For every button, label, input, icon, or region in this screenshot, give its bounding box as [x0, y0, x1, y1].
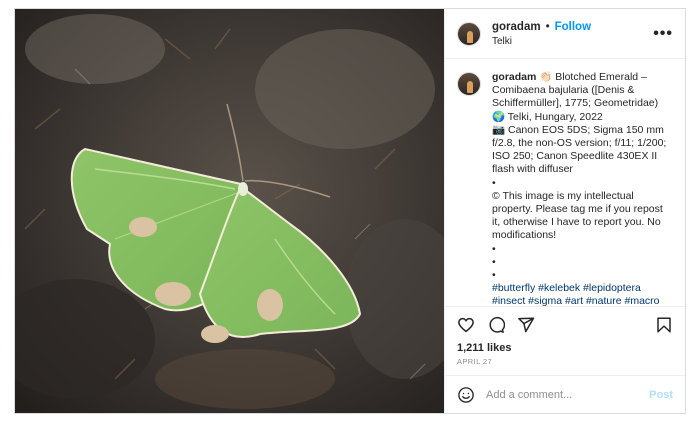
likes-count[interactable]: 1,211 likes — [445, 342, 685, 354]
moth-photo-graphic — [15, 9, 444, 413]
comment-bar: Post — [445, 375, 685, 413]
header-top-row: goradam • Follow — [492, 21, 591, 33]
username-link[interactable]: goradam — [492, 21, 541, 33]
caption-username[interactable]: goradam — [492, 71, 536, 83]
post-comment-button[interactable]: Post — [649, 389, 673, 401]
follow-button[interactable]: Follow — [555, 21, 591, 33]
caption-bullet: • — [492, 269, 496, 282]
location-link[interactable]: Telki — [492, 36, 591, 47]
caption-hashtags[interactable]: #butterfly #kelebek #lepidoptera #insect… — [492, 282, 672, 306]
comment-icon[interactable] — [487, 316, 505, 334]
post-card: goradam • Follow Telki ••• goradam 👏🏻 Bl… — [14, 8, 686, 414]
bookmark-icon[interactable] — [655, 316, 673, 334]
caption-bullet: • — [492, 176, 496, 189]
heart-icon[interactable] — [457, 316, 475, 334]
share-icon[interactable] — [517, 316, 535, 334]
comment-input[interactable] — [486, 388, 636, 401]
post-side-panel: goradam • Follow Telki ••• goradam 👏🏻 Bl… — [444, 9, 685, 413]
emoji-icon[interactable] — [457, 386, 475, 404]
caption-bullet: • — [492, 242, 496, 255]
action-bar — [445, 306, 685, 342]
avatar[interactable] — [457, 21, 481, 46]
post-date[interactable]: APRIL 27 — [445, 354, 685, 366]
header-text: goradam • Follow Telki — [492, 21, 591, 47]
caption-bullet: • — [492, 255, 496, 268]
caption-body: goradam 👏🏻 Blotched Emerald – Comibaena … — [492, 71, 672, 306]
post-photo[interactable] — [15, 9, 444, 413]
separator-dot: • — [545, 20, 550, 33]
post-header: goradam • Follow Telki ••• — [445, 9, 685, 59]
caption-avatar[interactable] — [457, 72, 481, 96]
caption-copyright-line: © This image is my intellectual property… — [492, 189, 663, 242]
caption-section: goradam 👏🏻 Blotched Emerald – Comibaena … — [445, 59, 685, 306]
caption-location-line: 🌍 Telki, Hungary, 2022 — [492, 110, 603, 123]
more-options-icon[interactable]: ••• — [653, 25, 673, 42]
caption-first-line: goradam 👏🏻 Blotched Emerald – Comibaena … — [492, 71, 672, 111]
caption-camera-line: 📷 Canon EOS 5DS; Sigma 150 mm f/2.8, the… — [492, 123, 667, 176]
